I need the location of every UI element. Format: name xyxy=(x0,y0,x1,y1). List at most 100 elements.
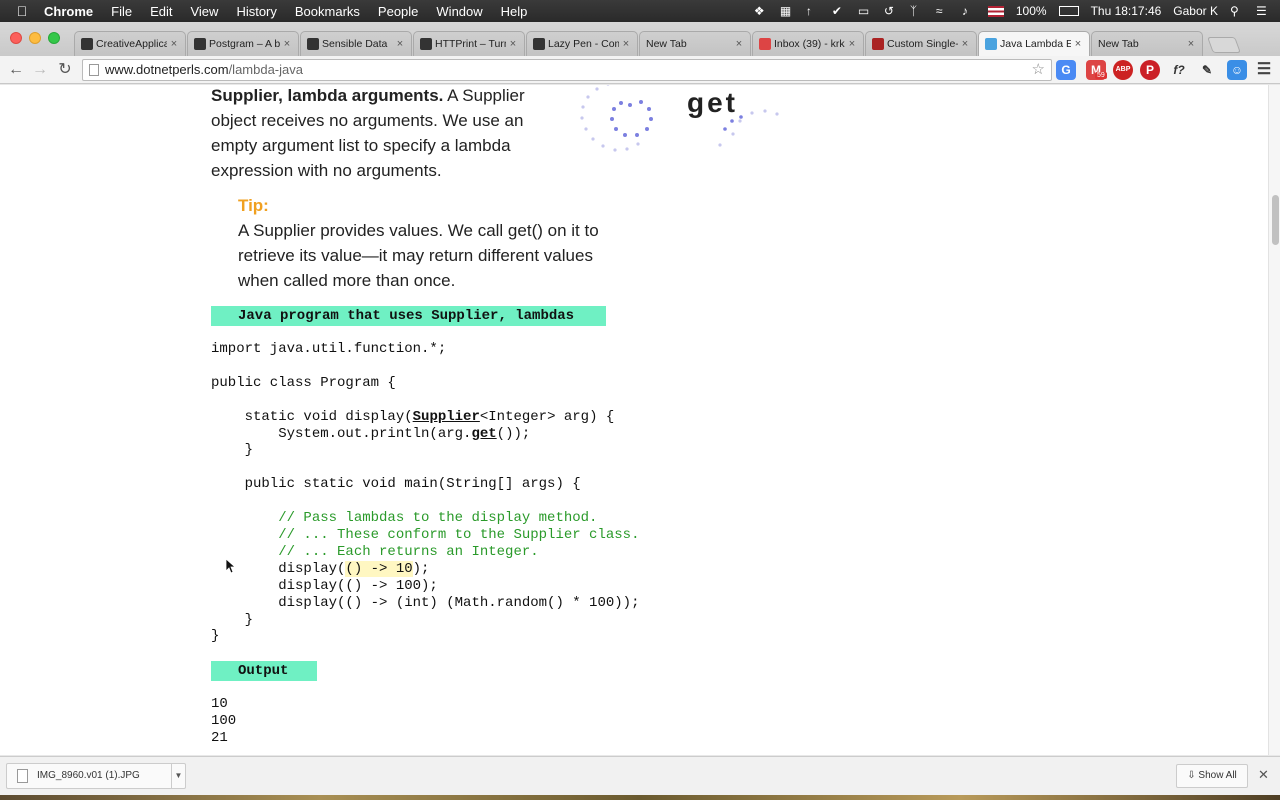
code-comment: // ... Each returns an Integer. xyxy=(211,543,539,560)
code-line: public static void main(String[] args) { xyxy=(211,476,581,493)
reload-button[interactable]: ↻ xyxy=(55,60,75,80)
tip-text: A Supplier provides values. We call get(… xyxy=(238,221,599,290)
desktop-wallpaper-strip xyxy=(0,795,1280,800)
menu-help[interactable]: Help xyxy=(501,4,528,19)
spotlight-search-icon[interactable]: ⚲ xyxy=(1230,4,1244,18)
zoom-window-button[interactable] xyxy=(48,32,60,44)
tab-label: Lazy Pen - Com xyxy=(548,38,619,50)
adblock-icon[interactable]: ABP xyxy=(1113,60,1133,80)
bookmark-star-icon[interactable]: ☆ xyxy=(1032,60,1045,80)
browser-toolbar: ← → ↻ www.dotnetperls.com/lambda-java ☆ … xyxy=(0,56,1280,84)
tab-5[interactable]: Lazy Pen - Com × xyxy=(526,31,638,56)
address-bar[interactable]: www.dotnetperls.com/lambda-java ☆ xyxy=(82,59,1052,81)
tab-strip: CreativeApplica × Postgram – A b × Sensible … xyxy=(0,22,1280,56)
grid-icon[interactable]: ▦ xyxy=(780,4,794,18)
google-translate-icon[interactable]: G xyxy=(1056,60,1076,80)
page-scrollbar[interactable] xyxy=(1268,85,1280,755)
tab-9[interactable]: Java Lambda E × xyxy=(978,31,1090,56)
get-link[interactable]: get xyxy=(471,426,496,442)
tab-3[interactable]: Sensible Data × xyxy=(300,31,412,56)
extension-user-icon[interactable]: ☺ xyxy=(1227,60,1247,80)
tab-close-icon[interactable]: × xyxy=(280,38,294,50)
show-all-downloads-button[interactable]: ⇩ Show All xyxy=(1176,764,1248,788)
tab-6[interactable]: New Tab × xyxy=(639,31,751,56)
menu-app-name[interactable]: Chrome xyxy=(44,4,93,19)
code-line: ); xyxy=(412,560,430,577)
code-title: Java program that uses Supplier, lambdas xyxy=(211,306,606,326)
pinterest-icon[interactable]: P xyxy=(1140,60,1160,80)
menu-people[interactable]: People xyxy=(378,4,418,19)
tab-4[interactable]: HTTPrint – Turn × xyxy=(413,31,525,56)
tab-close-icon[interactable]: × xyxy=(1184,38,1198,50)
extension-pen-icon[interactable]: ✎ xyxy=(1197,60,1217,80)
airplay-icon[interactable]: ▭ xyxy=(858,4,872,18)
back-button[interactable]: ← xyxy=(6,60,26,80)
scrollbar-thumb[interactable] xyxy=(1272,195,1279,245)
code-line: } xyxy=(211,628,220,645)
output-block: 10 100 21 xyxy=(211,696,236,747)
menubar-user[interactable]: Gabor K xyxy=(1173,4,1218,18)
minimize-window-button[interactable] xyxy=(29,32,41,44)
code-line: } xyxy=(211,442,254,459)
font-finder-icon[interactable]: f? xyxy=(1169,60,1189,80)
page-icon xyxy=(89,64,99,76)
file-icon xyxy=(17,769,28,783)
tab-close-icon[interactable]: × xyxy=(506,38,520,50)
close-icon[interactable]: ✕ xyxy=(1258,767,1269,783)
gmail-badge: 59 xyxy=(1095,72,1107,79)
supplier-link[interactable]: Supplier xyxy=(413,409,480,425)
network-activity-icon[interactable]: ↑ xyxy=(806,4,820,18)
creativeapplications-icon xyxy=(81,38,93,50)
menu-history[interactable]: History xyxy=(236,4,276,19)
menu-file[interactable]: File xyxy=(111,4,132,19)
tab-close-icon[interactable]: × xyxy=(1071,38,1085,50)
chevron-down-icon[interactable]: ▼ xyxy=(171,764,185,788)
output-title: Output xyxy=(211,661,317,681)
dropbox-icon[interactable]: ❖ xyxy=(754,4,768,18)
tab-close-icon[interactable]: × xyxy=(393,38,407,50)
url-path: /lambda-java xyxy=(228,62,303,77)
code-block: import java.util.function.*; public clas… xyxy=(211,341,639,645)
tab-close-icon[interactable]: × xyxy=(167,38,181,50)
wifi-icon[interactable]: ≈ xyxy=(936,4,950,18)
close-window-button[interactable] xyxy=(10,32,22,44)
code-line: display(() -> (int) (Math.random() * 100… xyxy=(211,594,640,611)
new-tab-button[interactable] xyxy=(1207,37,1241,53)
check-circle-icon[interactable]: ✔ xyxy=(832,4,846,18)
tab-label: New Tab xyxy=(646,38,687,50)
tab-1[interactable]: CreativeApplica × xyxy=(74,31,186,56)
tab-7[interactable]: Inbox (39) - krk × xyxy=(752,31,864,56)
volume-icon[interactable]: ♪ xyxy=(962,4,976,18)
menu-bookmarks[interactable]: Bookmarks xyxy=(295,4,360,19)
tab-close-icon[interactable]: × xyxy=(845,38,859,50)
gmail-icon xyxy=(759,38,771,50)
menu-edit[interactable]: Edit xyxy=(150,4,172,19)
bluetooth-icon[interactable]: ᛉ xyxy=(910,4,924,18)
tab-close-icon[interactable]: × xyxy=(732,38,746,50)
menubar-clock[interactable]: Thu 18:17:46 xyxy=(1091,4,1162,18)
menu-window[interactable]: Window xyxy=(436,4,482,19)
tab-10[interactable]: New Tab × xyxy=(1091,31,1203,56)
time-machine-icon[interactable]: ↺ xyxy=(884,4,898,18)
forward-button[interactable]: → xyxy=(30,60,50,80)
code-line: ()); xyxy=(496,425,531,442)
us-flag-icon[interactable] xyxy=(987,5,1004,17)
apple-icon[interactable]:  xyxy=(0,3,44,19)
status-area: ❖ ▦ ↑ ✔ ▭ ↺ ᛉ ≈ ♪ 100% Thu 18:17:46 Gabo… xyxy=(754,0,1270,22)
code-line: } xyxy=(211,611,254,628)
battery-percent[interactable]: 100% xyxy=(1016,4,1047,18)
code-line: <Integer> arg) { xyxy=(479,408,615,425)
download-shelf: IMG_8960.v01 (1).JPG ▼ ⇩ Show All ✕ xyxy=(0,756,1280,800)
download-item[interactable]: IMG_8960.v01 (1).JPG ▼ xyxy=(6,763,186,789)
notification-center-icon[interactable]: ☰ xyxy=(1256,4,1270,18)
menu-view[interactable]: View xyxy=(190,4,218,19)
tab-8[interactable]: Custom Single- × xyxy=(865,31,977,56)
tab-close-icon[interactable]: × xyxy=(958,38,972,50)
highlighted-lambda: () -> 10 xyxy=(345,560,413,577)
code-line: display(() -> 100); xyxy=(211,577,438,594)
chrome-menu-icon[interactable]: ☰ xyxy=(1254,60,1274,80)
tab-2[interactable]: Postgram – A b × xyxy=(187,31,299,56)
battery-icon[interactable] xyxy=(1058,6,1079,16)
tabs: CreativeApplica × Postgram – A b × Sensible … xyxy=(74,31,1241,56)
tab-close-icon[interactable]: × xyxy=(619,38,633,50)
